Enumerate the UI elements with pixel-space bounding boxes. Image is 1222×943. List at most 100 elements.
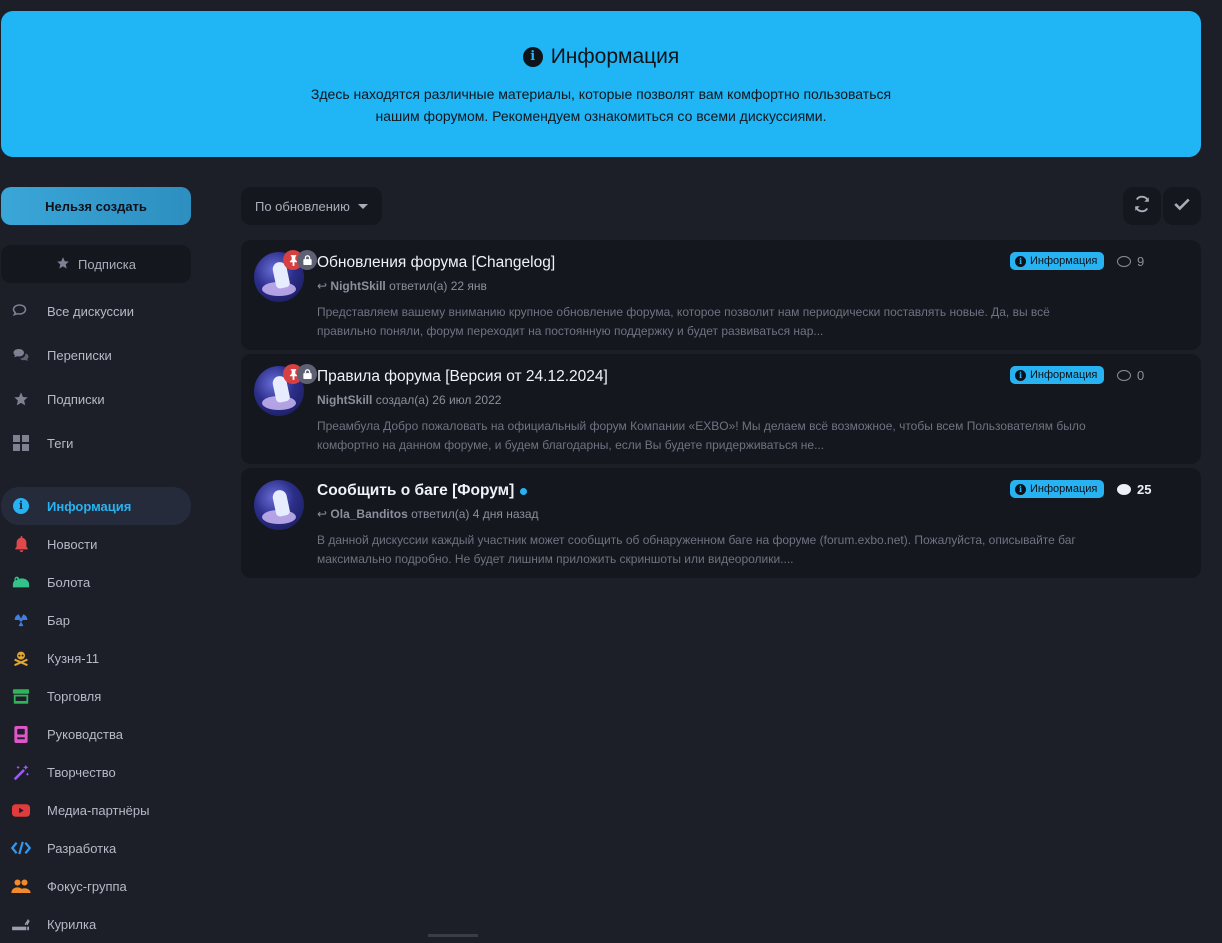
discussion-action: ответил(а) 22 янв bbox=[389, 279, 487, 293]
hero-description: Здесь находятся различные материалы, кот… bbox=[310, 86, 892, 124]
reply-count-text: 9 bbox=[1137, 254, 1145, 269]
nav-label: Торговля bbox=[47, 688, 102, 704]
nav-label: Новости bbox=[47, 536, 98, 552]
discussion-item[interactable]: Правила форума [Версия от 24.12.2024] Ni… bbox=[241, 354, 1201, 464]
store-icon bbox=[11, 686, 31, 706]
nav-tag-creativity[interactable]: Творчество bbox=[1, 753, 191, 791]
discussion-list: Обновления форума [Changelog] ↩ NightSki… bbox=[241, 240, 1201, 582]
reply-icon: ↩ bbox=[317, 279, 328, 293]
discussion-user[interactable]: Ola_Banditos bbox=[330, 507, 407, 521]
discussion-user[interactable]: NightSkill bbox=[317, 393, 372, 407]
nav-tag-forge[interactable]: Кузня-11 bbox=[1, 639, 191, 677]
nav-label: Разработка bbox=[47, 840, 117, 856]
reply-count: 0 bbox=[1117, 368, 1144, 383]
nav-tag-bar[interactable]: Бар bbox=[1, 601, 191, 639]
grid-icon bbox=[11, 433, 31, 453]
discussion-excerpt: В данной дискуссии каждый участник может… bbox=[317, 533, 1076, 566]
discussion-title-text: Правила форума [Версия от 24.12.2024] bbox=[317, 368, 608, 385]
reply-icon: ↩ bbox=[317, 507, 328, 521]
discussion-title[interactable]: Правила форума [Версия от 24.12.2024] bbox=[317, 368, 608, 386]
info-icon: i bbox=[522, 47, 543, 67]
nav-tag-news[interactable]: Новости bbox=[1, 525, 191, 563]
info-icon: i bbox=[1015, 369, 1026, 381]
nav-label: Медиа-партнёры bbox=[47, 802, 150, 818]
star-icon bbox=[56, 256, 70, 273]
nav-label: Творчество bbox=[47, 764, 116, 780]
tag-hero-banner: i Информация Здесь находятся различные м… bbox=[1, 11, 1201, 157]
reply-count-text: 25 bbox=[1137, 482, 1152, 497]
sidebar: Нельзя создать Подписка Все дискуссии Пе… bbox=[1, 187, 191, 943]
youtube-icon bbox=[11, 800, 31, 820]
nav-label: Все дискуссии bbox=[47, 303, 135, 319]
unread-dot-icon bbox=[520, 487, 528, 495]
skull-crossbones-icon bbox=[11, 648, 31, 668]
smoking-icon bbox=[11, 914, 31, 934]
nav-tag-media-partners[interactable]: Медиа-партнёры bbox=[1, 791, 191, 829]
magic-wand-icon bbox=[11, 762, 31, 782]
sort-label: По обновлению bbox=[255, 198, 350, 214]
lock-icon bbox=[297, 250, 317, 270]
start-discussion-button[interactable]: Нельзя создать bbox=[1, 187, 191, 225]
discussion-item[interactable]: Сообщить о баге [Форум] ↩ Ola_Banditos о… bbox=[241, 468, 1201, 578]
messages-icon bbox=[11, 345, 31, 365]
nav-label: Фокус-группа bbox=[47, 878, 127, 894]
reply-count: 9 bbox=[1117, 254, 1144, 269]
discussion-title[interactable]: Обновления форума [Changelog] bbox=[317, 254, 555, 272]
nav-tag-development[interactable]: Разработка bbox=[1, 829, 191, 867]
tag-label[interactable]: i Информация bbox=[1010, 480, 1105, 498]
chat-bubbles-icon bbox=[11, 301, 31, 321]
tag-label[interactable]: i Информация bbox=[1010, 252, 1105, 270]
nav-tag-smoking-room[interactable]: Курилка bbox=[1, 905, 191, 943]
subscribe-button[interactable]: Подписка bbox=[1, 245, 191, 283]
nav-tag-trade[interactable]: Торговля bbox=[1, 677, 191, 715]
nav-tags[interactable]: Теги bbox=[1, 421, 191, 465]
book-icon bbox=[11, 724, 31, 744]
tag-label-text: Информация bbox=[1030, 369, 1098, 381]
nav-label: Информация bbox=[47, 498, 132, 514]
caret-down-icon bbox=[357, 203, 368, 209]
discussion-meta: NightSkill создал(а) 26 июл 2022 bbox=[317, 393, 501, 407]
tag-label[interactable]: i Информация bbox=[1010, 366, 1105, 384]
avatar[interactable] bbox=[254, 480, 304, 530]
nav-label: Болота bbox=[47, 574, 91, 590]
nav-messages[interactable]: Переписки bbox=[1, 333, 191, 377]
nav-following[interactable]: Подписки bbox=[1, 377, 191, 421]
discussion-meta: ↩ NightSkill ответил(а) 22 янв bbox=[317, 279, 487, 293]
reply-count: 25 bbox=[1117, 482, 1151, 497]
comment-icon bbox=[1117, 484, 1131, 495]
code-icon bbox=[11, 838, 31, 858]
hero-title: i Информация bbox=[1, 45, 1201, 69]
discussion-title-text: Обновления форума [Changelog] bbox=[317, 254, 556, 271]
discussion-title-text: Сообщить о баге [Форум] bbox=[317, 482, 515, 499]
nav-tag-guides[interactable]: Руководства bbox=[1, 715, 191, 753]
info-icon: i bbox=[1015, 483, 1026, 495]
nav-label: Бар bbox=[47, 612, 70, 628]
nav-label: Теги bbox=[47, 435, 74, 451]
nav-label: Подписки bbox=[47, 391, 105, 407]
nav-label: Руководства bbox=[47, 726, 123, 742]
discussion-badges bbox=[283, 250, 317, 270]
nav-tag-swamps[interactable]: Болота bbox=[1, 563, 191, 601]
info-icon: i bbox=[1015, 255, 1026, 267]
bell-icon bbox=[11, 534, 31, 554]
discussion-title[interactable]: Сообщить о баге [Форум] bbox=[317, 482, 528, 500]
refresh-button[interactable] bbox=[1123, 187, 1161, 225]
discussion-item[interactable]: Обновления форума [Changelog] ↩ NightSki… bbox=[241, 240, 1201, 350]
discussion-badges bbox=[283, 364, 317, 384]
tag-nav: i Информация Новости Болота Бар Кузня-11… bbox=[1, 487, 191, 943]
discussion-excerpt: Представляем вашему вниманию крупное обн… bbox=[317, 305, 1050, 338]
comment-icon bbox=[1117, 370, 1131, 381]
nav-label: Переписки bbox=[47, 347, 112, 363]
nav-tag-information[interactable]: i Информация bbox=[1, 487, 191, 525]
discussion-user[interactable]: NightSkill bbox=[330, 279, 385, 293]
hero-title-text: Информация bbox=[550, 45, 680, 68]
users-icon bbox=[11, 876, 31, 896]
nav-all-discussions[interactable]: Все дискуссии bbox=[1, 289, 191, 333]
discussion-toolbar: По обновлению bbox=[241, 187, 1201, 225]
radiation-icon bbox=[11, 610, 31, 630]
mark-all-read-button[interactable] bbox=[1163, 187, 1201, 225]
nav-tag-focus-group[interactable]: Фокус-группа bbox=[1, 867, 191, 905]
info-icon: i bbox=[11, 496, 31, 516]
nav-label: Курилка bbox=[47, 916, 97, 932]
sort-dropdown[interactable]: По обновлению bbox=[241, 187, 382, 225]
